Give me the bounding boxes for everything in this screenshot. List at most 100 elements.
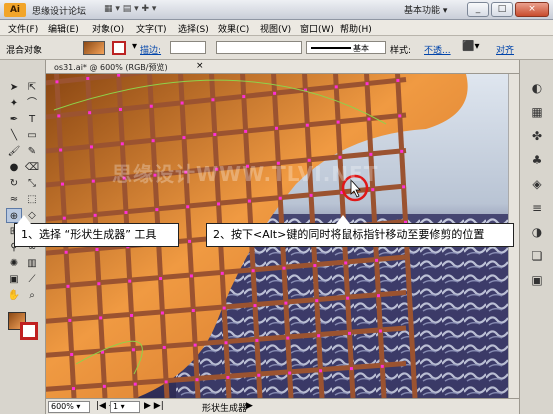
anchor-point (251, 269, 255, 273)
anchor-point (378, 329, 382, 333)
anchor-point (151, 139, 155, 143)
menu-select[interactable]: 选择(S) (178, 22, 209, 35)
menu-file[interactable]: 文件(F) (8, 22, 38, 35)
menu-effect[interactable]: 效果(C) (218, 22, 249, 35)
line-tool-icon[interactable]: ╲ (6, 128, 22, 143)
swatches-panel-icon[interactable]: ▦ (528, 104, 546, 120)
selection-tool-icon[interactable]: ➤ (6, 80, 22, 95)
menu-bar: 文件(F) 编辑(E) 对象(O) 文字(T) 选择(S) 效果(C) 视图(V… (0, 20, 553, 36)
magic-wand-tool-icon[interactable]: ✦ (6, 96, 22, 111)
brushes-panel-icon[interactable]: ✤ (528, 128, 546, 144)
minimize-button[interactable]: _ (467, 2, 489, 17)
anchor-point (91, 179, 95, 183)
menu-type[interactable]: 文字(T) (136, 22, 167, 35)
zoom-field[interactable]: 600% ▾ (48, 401, 90, 413)
anchor-point (315, 299, 319, 303)
chevron-down-icon[interactable]: ▾ (132, 41, 137, 52)
warp-tool-icon[interactable]: ≈ (6, 192, 22, 207)
fill-swatch[interactable] (83, 41, 105, 55)
artboard-tool-icon[interactable]: ▣ (6, 272, 22, 287)
anchor-point (284, 301, 288, 305)
stroke-color-icon[interactable] (20, 322, 38, 340)
anchor-point (402, 185, 406, 189)
anchor-point (62, 216, 66, 220)
artboards-panel-icon[interactable]: ▣ (528, 272, 546, 288)
transparency-panel-icon[interactable]: ◑ (528, 224, 546, 240)
symbols-panel-icon[interactable]: ♣ (528, 152, 546, 168)
page-field[interactable]: 1 ▾ (110, 401, 140, 413)
anchor-point (349, 367, 353, 371)
pen-tool-icon[interactable]: ✒ (6, 112, 22, 127)
stroke-label[interactable]: 描边: (140, 43, 161, 56)
arrange-icon[interactable]: ⬛▾ (462, 41, 479, 52)
hand-tool-icon[interactable]: ✋ (6, 288, 22, 303)
brush-label: 基本 (353, 44, 369, 53)
anchor-point (365, 82, 369, 86)
bridge-icon[interactable]: ▦ ▾ ▤ ▾ ✚ ▾ (104, 4, 156, 14)
callout-step2-text: 2、按下<Alt>键的同时将鼠标指针移动至要修剪的位置 (213, 228, 485, 241)
callout-step2-arrow (336, 215, 350, 224)
color-panel-icon[interactable]: ◐ (528, 80, 546, 96)
object-type-label: 混合对象 (6, 46, 43, 56)
stroke-panel-icon[interactable]: ≡ (528, 200, 546, 216)
callout-step1: 1、选择 “形状生成器” 工具 (14, 223, 179, 247)
direct-selection-tool-icon[interactable]: ⇱ (24, 80, 40, 95)
close-button[interactable]: × (515, 2, 549, 17)
type-tool-icon[interactable]: T (24, 112, 40, 127)
status-menu-icon[interactable]: ▶ (246, 401, 253, 411)
lasso-tool-icon[interactable]: ⌒ (24, 96, 40, 111)
graphic-styles-panel-icon[interactable]: ◈ (528, 176, 546, 192)
anchor-point (55, 80, 59, 84)
rotate-tool-icon[interactable]: ↻ (6, 176, 22, 191)
column-graph-tool-icon[interactable]: ▥ (24, 256, 40, 271)
document-tab-label: os31.ai* @ 600% (RGB/预览) (54, 63, 168, 72)
menu-view[interactable]: 视图(V) (260, 22, 291, 35)
menu-help[interactable]: 帮助(H) (340, 22, 372, 35)
anchor-point (242, 95, 246, 99)
opacity-link[interactable]: 不透... (424, 43, 451, 56)
anchor-point (348, 331, 352, 335)
layers-panel-icon[interactable]: ❏ (528, 248, 546, 264)
anchor-point (160, 311, 164, 315)
menu-window[interactable]: 窗口(W) (300, 22, 334, 35)
slice-tool-icon[interactable]: ⟋ (24, 272, 40, 287)
anchor-point (124, 210, 128, 214)
close-tab-icon[interactable]: × (196, 61, 204, 71)
anchor-point (369, 152, 373, 156)
anchor-point (375, 258, 379, 262)
variable-width-field[interactable] (216, 41, 302, 54)
anchor-point (344, 261, 348, 265)
anchor-point (255, 338, 259, 342)
menu-edit[interactable]: 编辑(E) (48, 22, 79, 35)
anchor-point (133, 382, 137, 386)
anchor-point (222, 306, 226, 310)
anchor-point (376, 294, 380, 298)
anchor-point (189, 274, 193, 278)
scale-tool-icon[interactable]: ⤡ (24, 176, 40, 191)
free-transform-tool-icon[interactable]: ⬚ (24, 192, 40, 207)
blob-brush-tool-icon[interactable]: ● (6, 160, 22, 175)
rectangle-tool-icon[interactable]: ▭ (24, 128, 40, 143)
anchor-point (400, 149, 404, 153)
stroke-weight-field[interactable] (170, 41, 206, 54)
pencil-tool-icon[interactable]: ✎ (24, 144, 40, 159)
anchor-point (226, 375, 230, 379)
anchor-point (180, 101, 184, 105)
next-page-icon[interactable]: ▶ ▶| (144, 401, 164, 411)
anchor-point (317, 334, 321, 338)
anchor-point (193, 343, 197, 347)
brush-definition-field[interactable]: 基本 (306, 41, 386, 54)
anchor-point (117, 74, 121, 77)
menu-object[interactable]: 对象(O) (92, 22, 124, 35)
align-link[interactable]: 对齐 (496, 43, 514, 56)
stroke-swatch[interactable] (112, 41, 126, 55)
paintbrush-tool-icon[interactable]: 🖌 (6, 144, 22, 159)
symbol-sprayer-tool-icon[interactable]: ✺ (6, 256, 22, 271)
zoom-tool-icon[interactable]: ⌕ (24, 288, 40, 303)
document-tab[interactable]: os31.ai* @ 600% (RGB/预览) × (46, 60, 519, 74)
workspace-switcher[interactable]: 基本功能 ▾ (404, 3, 447, 16)
maximize-button[interactable]: □ (491, 2, 513, 17)
anchor-point (93, 213, 97, 217)
eraser-tool-icon[interactable]: ⌫ (24, 160, 40, 175)
anchor-point (288, 371, 292, 375)
